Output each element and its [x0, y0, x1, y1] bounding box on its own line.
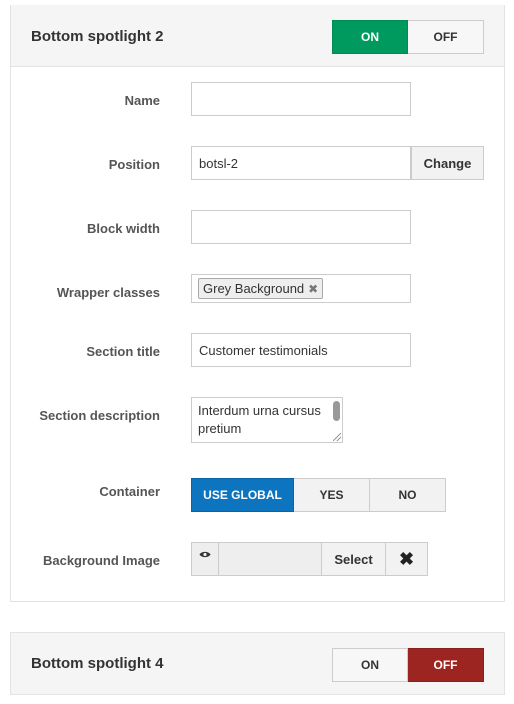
on-button[interactable]: ON	[332, 20, 408, 54]
on-button[interactable]: ON	[332, 648, 408, 682]
container-label: Container	[99, 484, 160, 499]
name-label: Name	[124, 93, 160, 108]
wrapper-classes-input[interactable]: Grey Background ✖	[191, 274, 411, 303]
module-panel-bottom-spotlight-2: Bottom spotlight 2 ON OFF Name Position …	[10, 5, 505, 602]
change-position-button[interactable]: Change	[411, 146, 484, 180]
section-description-textarea[interactable]: Interdum urna cursus pretium	[191, 397, 343, 443]
background-image-path-field[interactable]	[219, 542, 322, 576]
resize-grip-icon[interactable]	[333, 433, 341, 441]
wrapper-classes-label: Wrapper classes	[56, 285, 160, 300]
position-label: Position	[108, 157, 160, 172]
background-image-label: Background Image	[42, 553, 160, 568]
block-width-input[interactable]	[191, 210, 411, 244]
wrapper-class-tag: Grey Background ✖	[198, 278, 324, 299]
section-description-text: Interdum urna cursus pretium	[198, 403, 321, 436]
name-input[interactable]	[191, 82, 411, 116]
tag-label: Grey Background	[203, 281, 305, 296]
container-no-button[interactable]: NO	[370, 478, 446, 512]
panel-title: Bottom spotlight 4	[31, 655, 164, 672]
on-off-toggle: ON OFF	[332, 648, 484, 682]
select-image-button[interactable]: Select	[322, 542, 386, 576]
off-button[interactable]: OFF	[408, 648, 484, 682]
textarea-scrollbar[interactable]	[333, 401, 340, 421]
position-input[interactable]: botsl-2	[191, 146, 411, 180]
section-title-input[interactable]: Customer testimonials	[191, 333, 411, 367]
off-button[interactable]: OFF	[408, 20, 484, 54]
section-title-label: Section title	[86, 344, 160, 359]
panel-header: Bottom spotlight 2 ON OFF	[11, 5, 504, 67]
close-icon[interactable]: ✖	[308, 282, 318, 296]
container-segmented-control: USE GLOBAL YES NO	[191, 478, 446, 512]
section-description-label: Section description	[39, 408, 160, 423]
eye-icon[interactable]	[191, 542, 219, 576]
background-image-picker: Select ✖	[191, 542, 428, 576]
on-off-toggle: ON OFF	[332, 20, 484, 54]
block-width-label: Block width	[87, 221, 160, 236]
module-panel-bottom-spotlight-4: Bottom spotlight 4 ON OFF	[10, 632, 505, 695]
container-use-global-button[interactable]: USE GLOBAL	[191, 478, 294, 512]
container-yes-button[interactable]: YES	[294, 478, 370, 512]
panel-title: Bottom spotlight 2	[31, 28, 164, 45]
clear-image-button[interactable]: ✖	[386, 542, 428, 576]
panel-header: Bottom spotlight 4 ON OFF	[11, 633, 504, 694]
